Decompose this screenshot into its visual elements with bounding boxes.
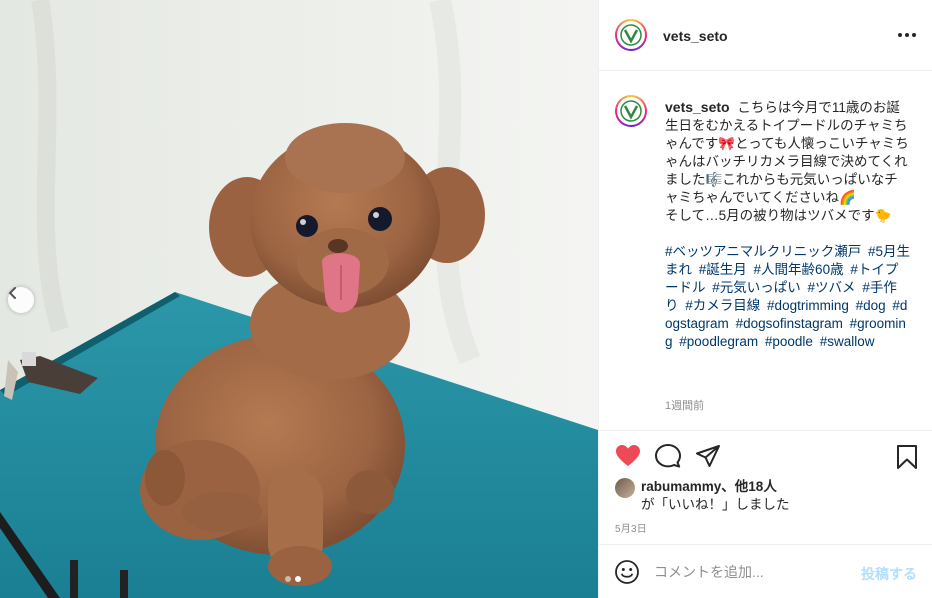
hashtag-link[interactable]: #dogsofinstagram (736, 316, 843, 331)
dog-photo-illustration (0, 0, 598, 598)
carousel-dot-active (295, 576, 301, 582)
hashtag-link[interactable]: #dogtrimming (767, 298, 849, 313)
post-comment-button[interactable]: 投稿する (861, 564, 917, 584)
hashtag-link[interactable]: #人間年齢60歳 (754, 262, 844, 277)
action-bar (599, 432, 932, 480)
hashtag-link[interactable]: #poodlegram (679, 334, 758, 349)
clinic-logo-icon (620, 24, 642, 46)
more-horizontal-icon[interactable] (896, 25, 918, 45)
hashtag-link[interactable]: #誕生月 (699, 262, 747, 277)
likes-suffix: が「いいね！」しました (641, 497, 790, 512)
hashtag-link[interactable]: #ベッツアニマルクリニック瀬戸 (665, 244, 861, 259)
liker-username[interactable]: rabumammy (641, 479, 721, 494)
hashtag-link[interactable]: #元気いっぱい (712, 280, 801, 295)
chevron-left-icon (8, 287, 16, 299)
caption-line: こちらは今月で11歳のお誕生日をむかえるトイプードルのチャミちゃんです🎀とっても… (665, 100, 909, 205)
comment-bar: 投稿する (599, 544, 932, 598)
post-photo[interactable] (0, 0, 598, 598)
comment-icon[interactable] (655, 444, 681, 468)
avatar[interactable] (615, 19, 647, 51)
carousel-prev-button[interactable] (8, 287, 34, 313)
post-date[interactable]: 5月3日 (615, 520, 647, 535)
emoji-icon[interactable] (615, 560, 639, 584)
bookmark-icon[interactable] (895, 444, 919, 470)
hashtag-link[interactable]: #カメラ目線 (685, 298, 760, 313)
comment-input[interactable] (654, 561, 844, 583)
header-username[interactable]: vets_seto (663, 28, 728, 44)
liker-avatar[interactable] (615, 478, 635, 498)
likes-summary: rabumammy、他18人 が「いいね！」しました (615, 478, 790, 514)
hashtag-link[interactable]: #swallow (820, 334, 875, 349)
caption-avatar[interactable] (615, 95, 647, 127)
hashtag-link[interactable]: #poodle (765, 334, 813, 349)
post-header: vets_seto (599, 0, 932, 71)
carousel-indicator (285, 576, 301, 582)
caption-line: そして…5月の被り物はツバメです🐤 (665, 208, 892, 223)
likes-others[interactable]: 、他18人 (721, 479, 777, 494)
post-panel: vets_seto vets_seto こちらは今月で11歳のお誕生日をむかえる… (598, 0, 932, 598)
carousel-dot (285, 576, 291, 582)
hashtag-link[interactable]: #dog (856, 298, 886, 313)
caption-username[interactable]: vets_seto (665, 99, 730, 115)
heart-icon[interactable] (615, 444, 641, 468)
caption-area: vets_seto こちらは今月で11歳のお誕生日をむかえるトイプードルのチャミ… (599, 71, 932, 431)
caption-text: vets_seto こちらは今月で11歳のお誕生日をむかえるトイプードルのチャミ… (665, 98, 911, 351)
likes-text: rabumammy、他18人 が「いいね！」しました (641, 478, 790, 514)
hashtag-link[interactable]: #ツバメ (808, 280, 856, 295)
caption-timestamp[interactable]: 1週間前 (665, 397, 704, 413)
share-icon[interactable] (695, 444, 721, 468)
hashtag-list: #ベッツアニマルクリニック瀬戸 #5月生まれ #誕生月 #人間年齢60歳 #トイ… (665, 243, 911, 351)
clinic-logo-icon (620, 100, 642, 122)
